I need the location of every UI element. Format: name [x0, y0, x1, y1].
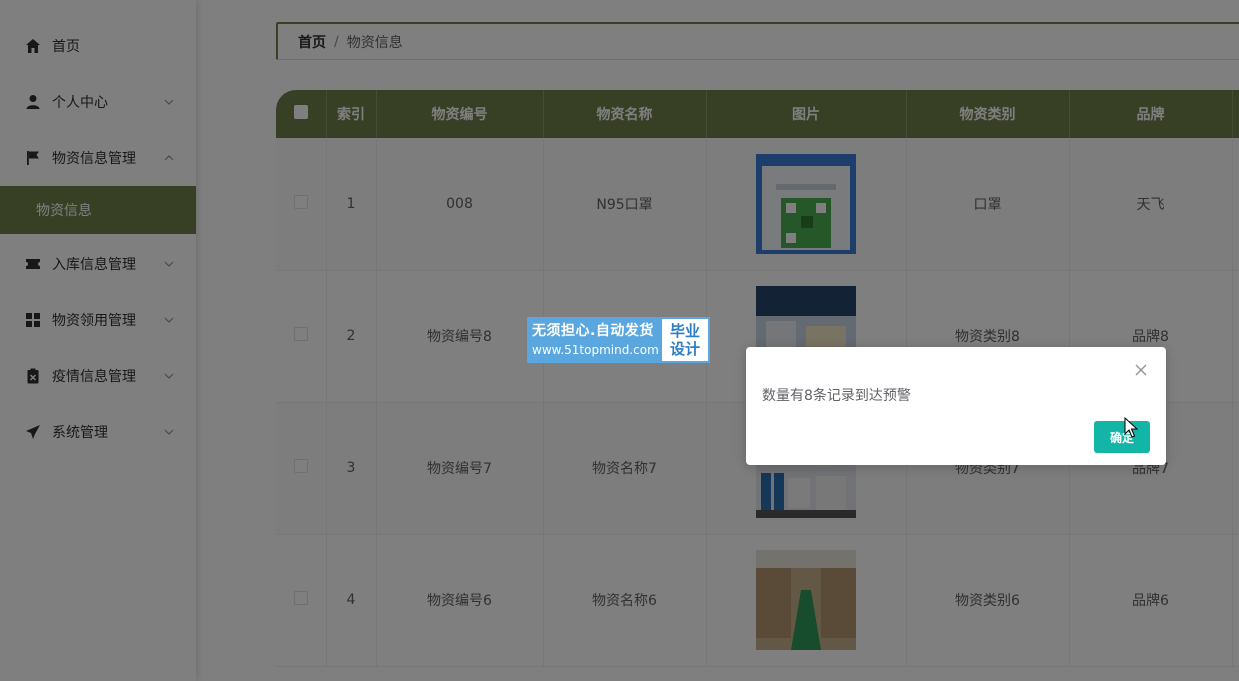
watermark-badge-top: 毕业: [669, 322, 700, 340]
confirm-button[interactable]: 确定: [1094, 421, 1150, 453]
close-icon[interactable]: [1134, 363, 1148, 377]
watermark-url: www.51topmind.com: [532, 343, 659, 357]
alert-dialog: 数量有8条记录到达预警 确定: [746, 347, 1166, 465]
watermark-slogan: 无须担心.自动发货: [532, 323, 654, 339]
watermark-badge-bottom: 设计: [669, 340, 700, 358]
mouse-cursor-icon: [1124, 417, 1138, 438]
watermark-badge: 毕业 设计: [662, 319, 708, 361]
watermark-banner: 无须担心.自动发货 www.51topmind.com 毕业 设计: [527, 317, 710, 363]
alert-message: 数量有8条记录到达预警: [762, 388, 911, 404]
